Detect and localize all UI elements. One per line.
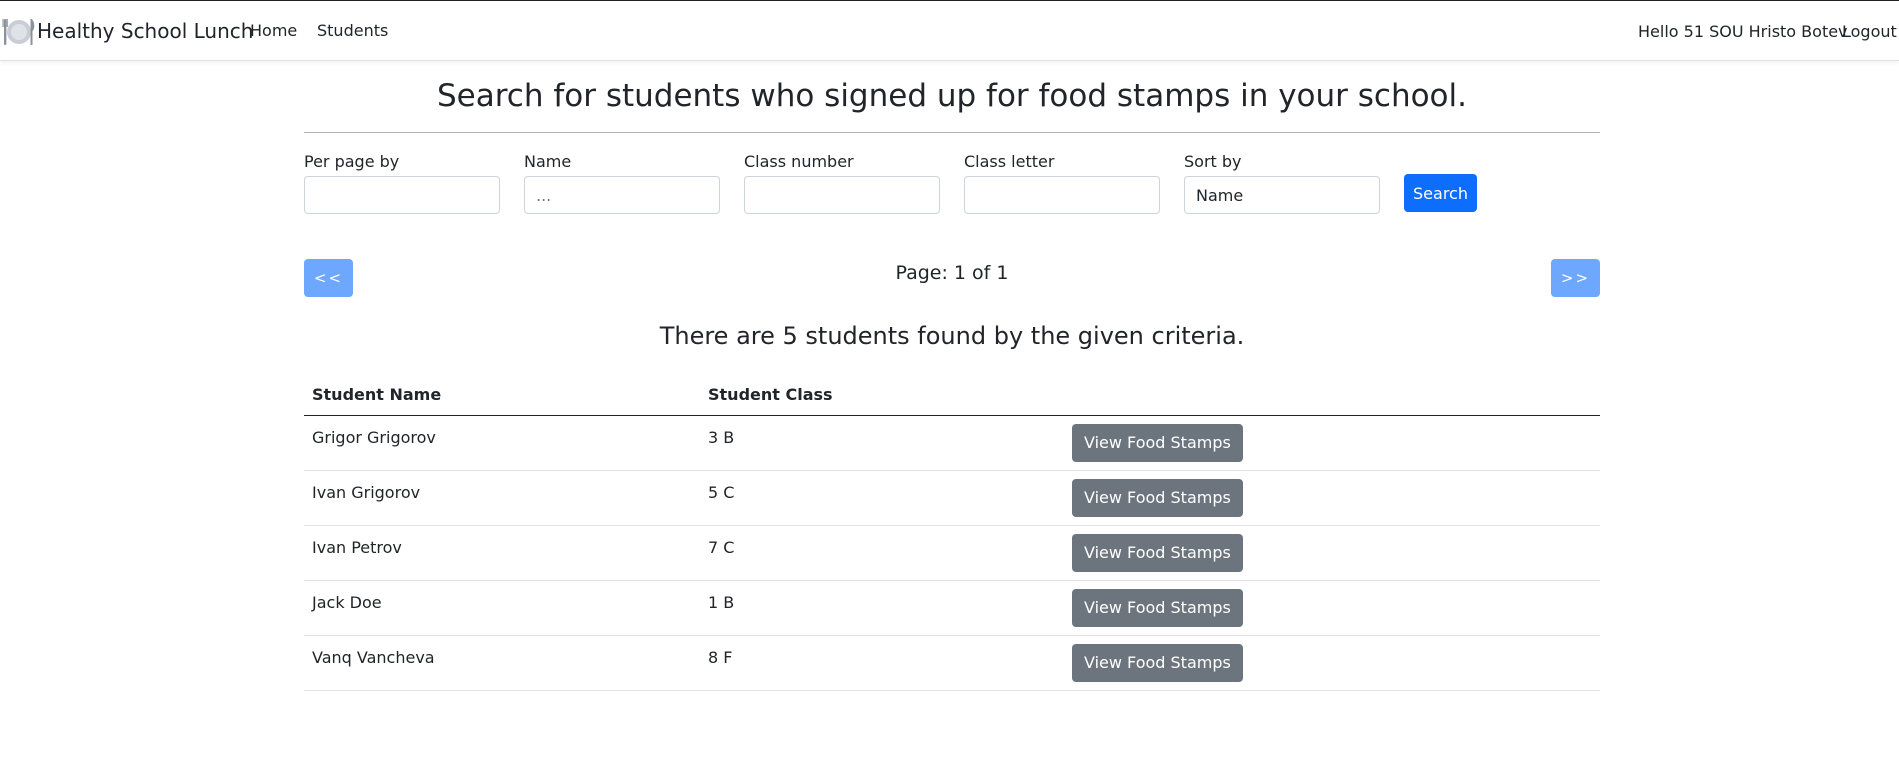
student-name-cell: Grigor Grigorov <box>304 415 700 471</box>
top-navbar: Healthy School Lunch Home Students Hello… <box>0 0 1899 61</box>
student-name-cell: Vanq Vancheva <box>304 635 700 691</box>
nav-home-link[interactable]: Home <box>250 21 297 40</box>
sort-by-label: Sort by <box>1184 152 1242 171</box>
table-row: Ivan Grigorov 5 C View Food Stamps <box>304 470 1600 526</box>
nav-students-link[interactable]: Students <box>317 21 388 40</box>
view-food-stamps-button[interactable]: View Food Stamps <box>1072 533 1243 572</box>
logout-link[interactable]: Logout <box>1842 22 1897 41</box>
class-letter-field: Class letter <box>964 152 1160 214</box>
name-label: Name <box>524 152 572 171</box>
table-row: Jack Doe 1 B View Food Stamps <box>304 580 1600 636</box>
next-page-button[interactable]: >> <box>1551 259 1600 297</box>
student-name-cell: Ivan Petrov <box>304 525 700 581</box>
brand-link[interactable]: Healthy School Lunch <box>2 14 253 48</box>
table-row: Vanq Vancheva 8 F View Food Stamps <box>304 635 1600 691</box>
student-name-cell: Ivan Grigorov <box>304 470 700 526</box>
student-class-cell: 3 B <box>700 415 1064 471</box>
name-input[interactable] <box>524 176 720 214</box>
user-greeting: Hello 51 SOU Hristo Botev <box>1638 22 1848 41</box>
class-letter-label: Class letter <box>964 152 1055 171</box>
view-food-stamps-button[interactable]: View Food Stamps <box>1072 643 1243 682</box>
class-number-input[interactable] <box>744 176 940 214</box>
students-table: Student Name Student Class Grigor Grigor… <box>304 375 1600 691</box>
student-class-cell: 5 C <box>700 470 1064 526</box>
brand-title: Healthy School Lunch <box>37 18 254 43</box>
view-food-stamps-button[interactable]: View Food Stamps <box>1072 588 1243 627</box>
column-header-student-name: Student Name <box>304 375 700 416</box>
student-class-cell: 7 C <box>700 525 1064 581</box>
view-food-stamps-button[interactable]: View Food Stamps <box>1072 478 1243 517</box>
sort-by-input[interactable] <box>1184 176 1380 214</box>
per-page-field: Per page by <box>304 152 500 214</box>
search-button[interactable]: Search <box>1404 174 1477 212</box>
table-header-row: Student Name Student Class <box>304 375 1600 416</box>
student-class-cell: 1 B <box>700 580 1064 636</box>
class-number-label: Class number <box>744 152 854 171</box>
table-row: Ivan Petrov 7 C View Food Stamps <box>304 525 1600 581</box>
class-number-field: Class number <box>744 152 940 214</box>
class-letter-input[interactable] <box>964 176 1160 214</box>
page-title: Search for students who signed up for fo… <box>437 78 1467 114</box>
student-name-cell: Jack Doe <box>304 580 700 636</box>
per-page-input[interactable] <box>304 176 500 214</box>
name-field: Name <box>524 152 720 214</box>
column-header-actions <box>1064 375 1600 416</box>
table-row: Grigor Grigorov 3 B View Food Stamps <box>304 415 1600 471</box>
student-class-cell: 8 F <box>700 635 1064 691</box>
column-header-student-class: Student Class <box>700 375 1064 416</box>
previous-page-button[interactable]: << <box>304 259 353 297</box>
per-page-label: Per page by <box>304 152 400 171</box>
view-food-stamps-button[interactable]: View Food Stamps <box>1072 423 1243 462</box>
sort-by-field: Sort by <box>1184 152 1380 214</box>
plate-cutlery-icon <box>2 18 35 45</box>
page-indicator: Page: 1 of 1 <box>895 262 1009 284</box>
results-summary: There are 5 students found by the given … <box>659 322 1245 350</box>
title-divider <box>304 132 1600 133</box>
